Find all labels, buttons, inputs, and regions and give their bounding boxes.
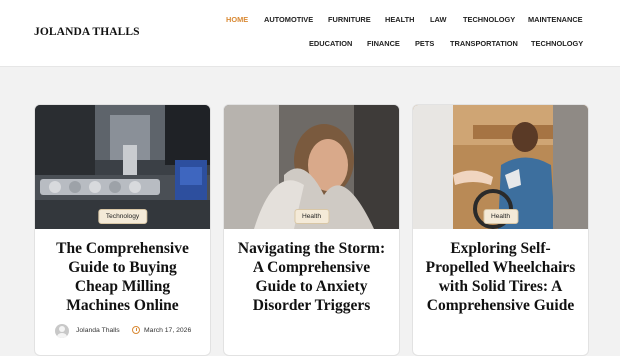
post-date: March 17, 2026	[144, 327, 192, 334]
site-title[interactable]: JOLANDA THALLS	[34, 26, 140, 38]
nav-pets[interactable]: PETS	[415, 39, 434, 48]
nav-technology-2[interactable]: TECHNOLOGY	[531, 39, 583, 48]
site-header: JOLANDA THALLS HOME AUTOMOTIVE FURNITURE…	[0, 0, 620, 67]
post-card[interactable]: Health Exploring Self-Propelled Wheelcha…	[412, 104, 589, 356]
post-title[interactable]: Navigating the Storm: A Comprehensive Gu…	[234, 239, 389, 315]
post-meta: Jolanda Thalls March 17, 2026	[55, 324, 205, 338]
post-title[interactable]: Exploring Self-Propelled Wheelchairs wit…	[423, 239, 578, 315]
nav-home[interactable]: HOME	[226, 15, 248, 24]
clock-icon	[132, 326, 140, 334]
nav-finance[interactable]: FINANCE	[367, 39, 400, 48]
avatar	[55, 324, 69, 338]
nav-furniture[interactable]: FURNITURE	[328, 15, 371, 24]
post-card[interactable]: Health Navigating the Storm: A Comprehen…	[223, 104, 400, 356]
nav-technology[interactable]: TECHNOLOGY	[463, 15, 515, 24]
post-card[interactable]: Technology The Comprehensive Guide to Bu…	[34, 104, 211, 356]
nav-health[interactable]: HEALTH	[385, 15, 414, 24]
nav-automotive[interactable]: AUTOMOTIVE	[264, 15, 313, 24]
category-badge[interactable]: Health	[482, 209, 519, 224]
nav-education[interactable]: EDUCATION	[309, 39, 352, 48]
nav-law[interactable]: LAW	[430, 15, 446, 24]
nav-maintenance[interactable]: MAINTENANCE	[528, 15, 583, 24]
nav-transportation[interactable]: TRANSPORTATION	[450, 39, 518, 48]
category-badge[interactable]: Health	[293, 209, 330, 224]
category-badge[interactable]: Technology	[97, 209, 148, 224]
author-name[interactable]: Jolanda Thalls	[76, 327, 120, 334]
post-title[interactable]: The Comprehensive Guide to Buying Cheap …	[45, 239, 200, 315]
